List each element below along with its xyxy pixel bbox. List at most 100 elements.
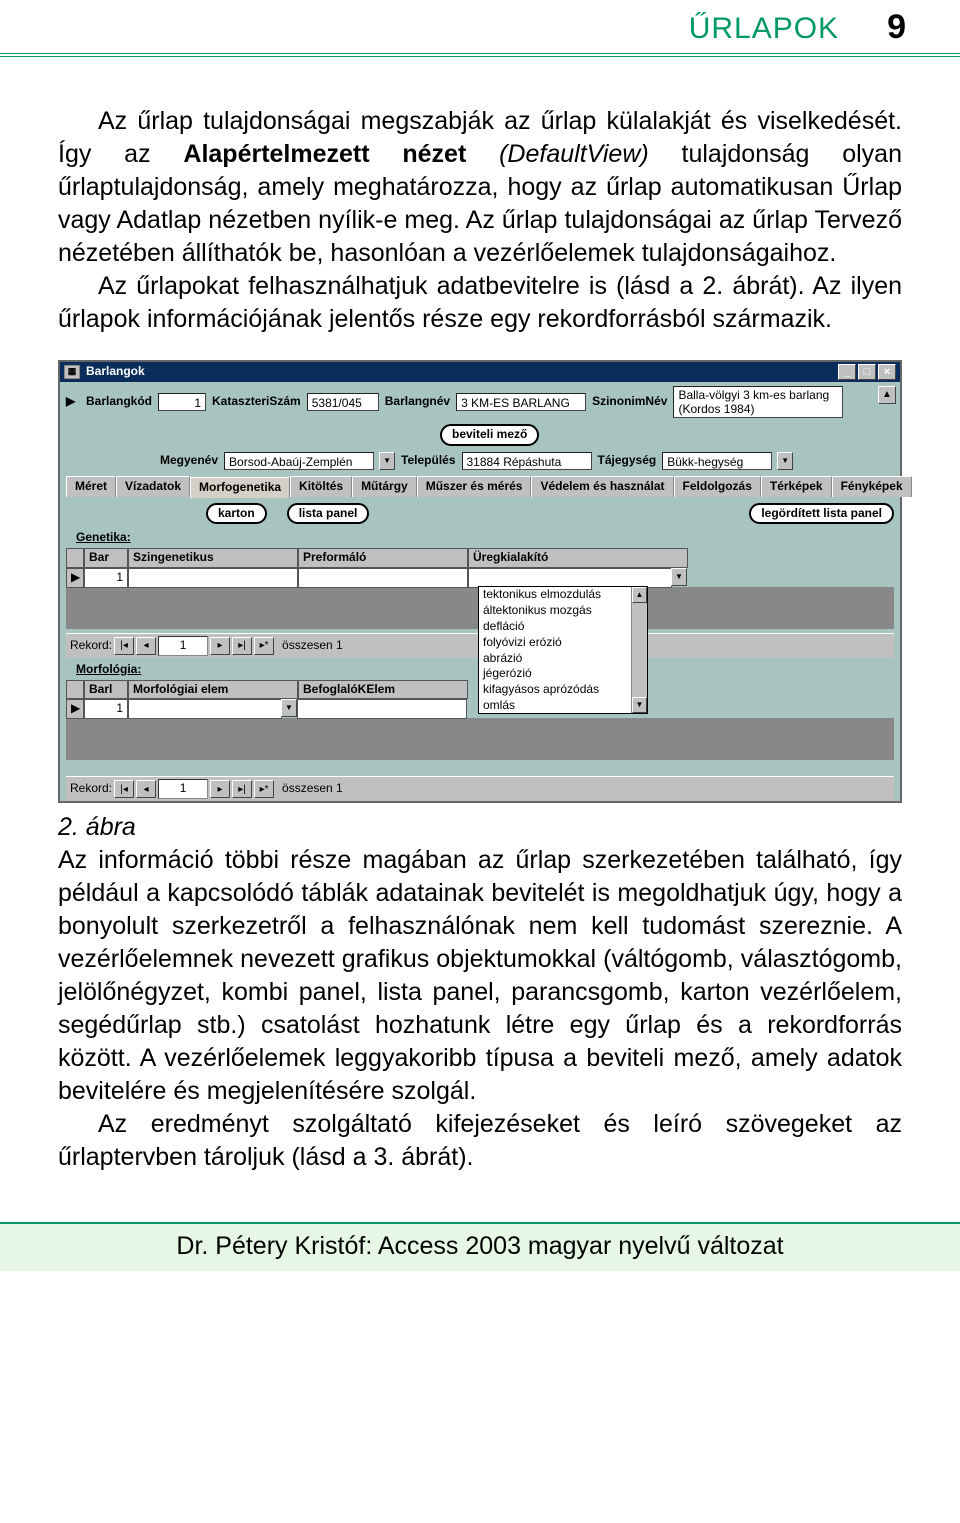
list-item[interactable]: kifagyásos aprózódás xyxy=(479,682,647,698)
tab-morfogenetika[interactable]: Morfogenetika xyxy=(190,477,290,498)
label-kataszteri: KataszteriSzám xyxy=(212,394,301,410)
record-selector-icon[interactable]: ▶ xyxy=(66,394,80,410)
chevron-down-icon[interactable]: ▼ xyxy=(281,699,297,717)
nav-new-icon[interactable]: ▸* xyxy=(254,780,274,798)
cell-szingen[interactable] xyxy=(128,568,298,588)
list-item[interactable]: folyóvizi erózió xyxy=(479,635,647,651)
tab-feldolgozas[interactable]: Feldolgozás xyxy=(674,476,761,497)
field-kataszteri[interactable]: 5381/045 xyxy=(307,393,379,411)
table-row[interactable]: ▶ 1 ▼ xyxy=(66,568,894,588)
window-title: Barlangok xyxy=(86,364,838,380)
form-icon: ▦ xyxy=(64,365,80,379)
list-item[interactable]: defláció xyxy=(479,619,647,635)
label-tajegyseg: Tájegység xyxy=(598,453,657,469)
section-name: ŰRLAPOK xyxy=(689,12,839,46)
label-barlangnev: Barlangnév xyxy=(385,394,450,410)
nav-first-icon[interactable]: |◂ xyxy=(114,780,134,798)
field-barlangnev[interactable]: 3 KM-ES BARLANG xyxy=(456,393,586,411)
record-total: összesen 1 xyxy=(282,781,343,797)
list-item[interactable]: tektonikus elmozdulás xyxy=(479,587,647,603)
tabstrip: Méret Vízadatok Morfogenetika Kitöltés M… xyxy=(66,476,894,497)
col-uregkialakito: Üregkialakító xyxy=(468,548,688,568)
field-telepules[interactable]: 31884 Répáshuta xyxy=(462,452,592,470)
nav-prev-icon[interactable]: ◂ xyxy=(136,780,156,798)
tab-fenykepek[interactable]: Fényképek xyxy=(832,476,912,497)
tab-muszer[interactable]: Műszer és mérés xyxy=(417,476,532,497)
callout-beviteli-mezo: beviteli mező xyxy=(440,424,539,446)
row-selector-icon[interactable]: ▶ xyxy=(66,568,84,588)
nav-new-icon[interactable]: ▸* xyxy=(254,637,274,655)
callout-karton: karton xyxy=(206,503,267,525)
chevron-down-icon[interactable]: ▼ xyxy=(777,452,793,470)
nav-next-icon[interactable]: ▸ xyxy=(210,637,230,655)
table-selector xyxy=(66,548,84,568)
tab-meret[interactable]: Méret xyxy=(66,476,116,497)
paragraph-2: Az űrlapokat felhasználhatjuk adatbevite… xyxy=(58,270,902,336)
callout-legorditett-lista: legördített lista panel xyxy=(749,503,894,525)
list-item[interactable]: omlás xyxy=(479,698,647,714)
record-total: összesen 1 xyxy=(282,638,343,654)
label-barlangkod: Barlangkód xyxy=(86,394,152,410)
close-button[interactable]: × xyxy=(878,364,896,380)
tab-terkepek[interactable]: Térképek xyxy=(761,476,832,497)
col-befoglalo: BefoglalóKElem xyxy=(298,680,468,700)
field-barlangkod[interactable]: 1 xyxy=(158,393,206,411)
figure-caption: 2. ábra xyxy=(58,811,902,844)
paragraph-3: Az információ többi része magában az űrl… xyxy=(58,844,902,1108)
col-barl: Barl xyxy=(84,680,128,700)
tab-mutargy[interactable]: Műtárgy xyxy=(352,476,417,497)
col-szingenetikus: Szingenetikus xyxy=(128,548,298,568)
list-item[interactable]: abrázió xyxy=(479,651,647,667)
paragraph-4: Az eredményt szolgáltató kifejezéseket é… xyxy=(58,1108,902,1174)
chevron-down-icon[interactable]: ▼ xyxy=(379,452,395,470)
scroll-down-icon[interactable]: ▼ xyxy=(632,697,647,713)
field-szinonim[interactable]: Balla-völgyi 3 km-es barlang (Kordos 198… xyxy=(673,386,843,418)
nav-prev-icon[interactable]: ◂ xyxy=(136,637,156,655)
maximize-button[interactable]: □ xyxy=(858,364,876,380)
record-navigator-outer: Rekord: |◂ ◂ 1 ▸ ▸| ▸* összesen 1 xyxy=(66,776,894,801)
cell-ureg[interactable] xyxy=(468,568,672,588)
cell-morfelem[interactable] xyxy=(128,699,282,719)
scroll-up-icon[interactable]: ▲ xyxy=(878,386,896,404)
record-number[interactable]: 1 xyxy=(158,636,208,656)
chevron-down-icon[interactable]: ▼ xyxy=(671,568,687,586)
content: Az űrlap tulajdonságai megszabják az űrl… xyxy=(0,57,960,1174)
page-footer: Dr. Pétery Kristóf: Access 2003 magyar n… xyxy=(0,1222,960,1271)
genetika-columns: Bar Szingenetikus Preformáló Üregkialakí… xyxy=(66,548,894,568)
form-body: ▲ ▶ Barlangkód 1 KataszteriSzám 5381/045… xyxy=(60,382,900,801)
cell-bar[interactable]: 1 xyxy=(84,568,128,588)
cell-befoglalo[interactable] xyxy=(297,699,467,719)
col-morfelem: Morfológiai elem xyxy=(128,680,298,700)
scroll-up-icon[interactable]: ▲ xyxy=(632,587,647,603)
recordnav-label: Rekord: xyxy=(70,638,112,654)
tab-kitoltes[interactable]: Kitöltés xyxy=(290,476,352,497)
nav-first-icon[interactable]: |◂ xyxy=(114,637,134,655)
row-selector-icon[interactable]: ▶ xyxy=(66,699,84,719)
nav-last-icon[interactable]: ▸| xyxy=(232,637,252,655)
tab-vizadatok[interactable]: Vízadatok xyxy=(116,476,190,497)
list-item[interactable]: jégerózió xyxy=(479,666,647,682)
scrollbar[interactable]: ▲ ▼ xyxy=(631,587,647,713)
minimize-button[interactable]: _ xyxy=(838,364,856,380)
dropdown-list[interactable]: tektonikus elmozdulás áltektonikus mozgá… xyxy=(478,586,648,714)
label-telepules: Település xyxy=(401,453,455,469)
record-number[interactable]: 1 xyxy=(158,779,208,799)
col-preformalo: Preformáló xyxy=(298,548,468,568)
footer-text: Dr. Pétery Kristóf: Access 2003 magyar n… xyxy=(176,1232,783,1260)
table-selector xyxy=(66,680,84,700)
callout-lista-panel: lista panel xyxy=(287,503,370,525)
list-item[interactable]: áltektonikus mozgás xyxy=(479,603,647,619)
tab-vedelem[interactable]: Védelem és használat xyxy=(531,476,673,497)
cell-barl[interactable]: 1 xyxy=(84,699,128,719)
nav-next-icon[interactable]: ▸ xyxy=(210,780,230,798)
cell-preform[interactable] xyxy=(298,568,468,588)
window-titlebar: ▦ Barlangok _ □ × xyxy=(60,362,900,382)
recordnav-label: Rekord: xyxy=(70,781,112,797)
screenshot-figure: ▦ Barlangok _ □ × ▲ ▶ Barlangkód 1 Katas… xyxy=(58,360,902,803)
combo-megyenev[interactable]: Borsod-Abaúj-Zemplén xyxy=(224,452,374,470)
combo-tajegyseg[interactable]: Bükk-hegység xyxy=(662,452,772,470)
heading-genetika: Genetika: xyxy=(76,530,894,546)
label-szinonim: SzinonimNév xyxy=(592,394,667,410)
page-header: ŰRLAPOK 9 xyxy=(0,0,960,57)
nav-last-icon[interactable]: ▸| xyxy=(232,780,252,798)
